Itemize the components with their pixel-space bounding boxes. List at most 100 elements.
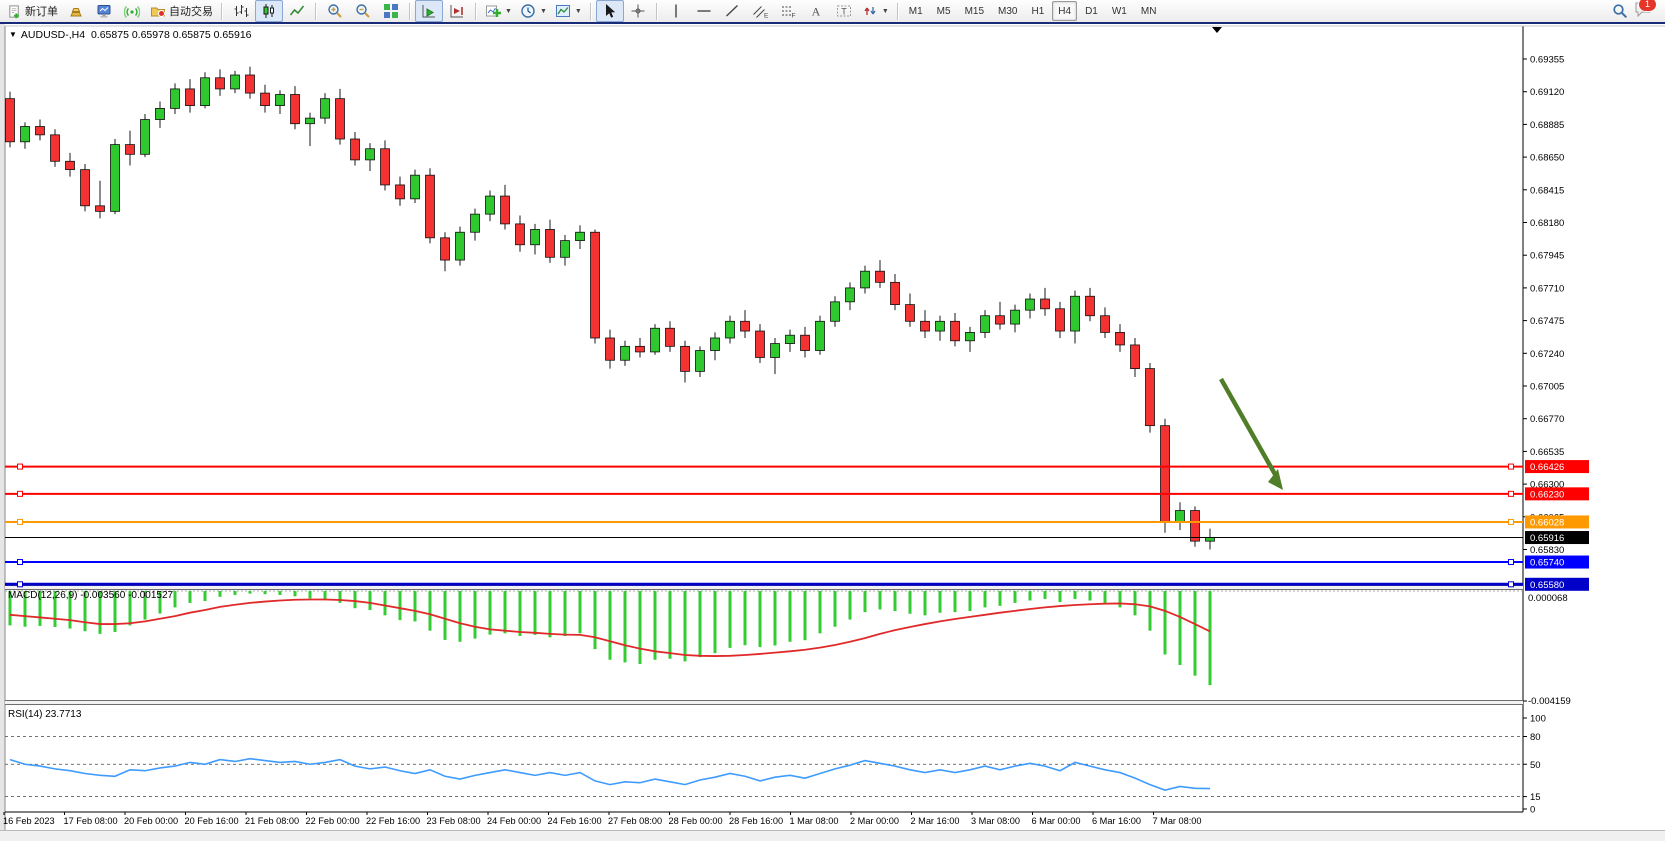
hline-handle[interactable] (1509, 582, 1514, 587)
annotation-arrow[interactable] (1221, 379, 1276, 476)
candle (756, 331, 765, 357)
timeframe-button-m1[interactable]: M1 (903, 1, 929, 21)
candle (1011, 310, 1020, 324)
hline-handle[interactable] (18, 519, 23, 524)
bar-chart-button[interactable] (227, 0, 255, 22)
date-axis-label: 21 Feb 08:00 (245, 816, 299, 826)
signals-button[interactable] (118, 0, 146, 22)
svg-text:T: T (841, 7, 847, 17)
timeframe-button-h1[interactable]: H1 (1025, 1, 1050, 21)
auto-scroll-button[interactable] (415, 0, 443, 22)
line-chart-button[interactable] (283, 0, 311, 22)
cursor-icon (602, 3, 618, 19)
tile-windows-button[interactable] (377, 0, 405, 22)
price-axis-tick-label: 0.67945 (1530, 251, 1564, 262)
crosshair-button[interactable] (624, 0, 652, 22)
search-button[interactable] (1606, 0, 1634, 22)
rsi-axis-label: 100 (1530, 714, 1546, 725)
autotrading-button[interactable]: 自动交易 (146, 0, 217, 22)
price-tag-label: 0.65916 (1530, 533, 1564, 544)
candle (861, 271, 870, 288)
price-axis-tick-label: 0.67475 (1530, 316, 1564, 327)
trendline-tool-button[interactable] (718, 0, 746, 22)
timeframe-button-mn[interactable]: MN (1135, 1, 1163, 21)
candle (6, 99, 15, 142)
date-axis-label: 6 Mar 16:00 (1092, 816, 1141, 826)
timeframe-button-h4[interactable]: H4 (1052, 1, 1077, 21)
timeframe-button-m30[interactable]: M30 (992, 1, 1023, 21)
hline-handle[interactable] (1509, 491, 1514, 496)
horizontal-line-tool-button[interactable] (690, 0, 718, 22)
candle (1176, 511, 1185, 522)
date-axis-label: 28 Feb 16:00 (729, 816, 783, 826)
date-axis-label: 23 Feb 08:00 (427, 816, 481, 826)
text-label-tool-button[interactable]: T (830, 0, 858, 22)
hline-handle[interactable] (1509, 464, 1514, 469)
candle (606, 338, 615, 360)
chat-button[interactable]: 1 (1634, 1, 1652, 22)
chart-shift-button[interactable] (443, 0, 471, 22)
hline-handle[interactable] (18, 582, 23, 587)
candle (711, 338, 720, 351)
date-axis-label: 22 Feb 00:00 (306, 816, 360, 826)
hline-handle[interactable] (18, 464, 23, 469)
search-icon (1612, 3, 1628, 19)
timeframe-button-m15[interactable]: M15 (959, 1, 990, 21)
arrows-tool-button[interactable]: ▼ (858, 0, 893, 22)
timeframe-button-m5[interactable]: M5 (931, 1, 957, 21)
candle (1191, 511, 1200, 542)
candle (981, 316, 990, 333)
date-axis-label: 6 Mar 00:00 (1032, 816, 1081, 826)
candle (936, 321, 945, 331)
candle (36, 126, 45, 134)
price-tag-label: 0.66426 (1530, 462, 1564, 473)
candle (696, 351, 705, 372)
window-bottom-edge (0, 830, 1665, 841)
vertical-line-tool-button[interactable] (662, 0, 690, 22)
new-order-button[interactable]: 新订单 (3, 0, 62, 22)
hline-handle[interactable] (18, 560, 23, 565)
channel-tool-button[interactable]: E (746, 0, 774, 22)
candle (546, 229, 555, 257)
rsi-axis-label: 0 (1530, 805, 1535, 816)
toolbar-separator (315, 3, 317, 20)
candle (426, 175, 435, 238)
candle (876, 271, 885, 282)
zoom-out-button[interactable] (349, 0, 377, 22)
candle (1026, 299, 1035, 310)
periods-button[interactable]: ▼ (516, 0, 551, 22)
svg-text:F: F (791, 13, 795, 20)
candle (81, 170, 90, 206)
candle (1206, 538, 1215, 542)
zoom-in-button[interactable] (321, 0, 349, 22)
timeframe-button-d1[interactable]: D1 (1079, 1, 1104, 21)
candle (1086, 296, 1095, 315)
chart-canvas[interactable]: 0.693550.691200.688850.686500.684150.681… (0, 0, 1665, 841)
toolbar-separator (656, 3, 658, 20)
rsi-axis-label: 15 (1530, 792, 1541, 803)
timeframe-button-w1[interactable]: W1 (1106, 1, 1133, 21)
candle (771, 344, 780, 358)
fibonacci-tool-button[interactable]: F (774, 0, 802, 22)
cursor-button[interactable] (596, 0, 624, 22)
templates-button[interactable]: ▼ (551, 0, 586, 22)
rsi-axis-label: 50 (1530, 760, 1541, 771)
candle (261, 93, 270, 106)
hline-handle[interactable] (18, 491, 23, 496)
candle (471, 214, 480, 232)
candle (21, 126, 30, 141)
toolbar-separator (897, 3, 899, 20)
text-tool-button[interactable]: A (802, 0, 830, 22)
market-watch-button[interactable] (62, 0, 90, 22)
candle (411, 175, 420, 199)
candle (621, 346, 630, 360)
candle (1131, 345, 1140, 369)
hline-handle[interactable] (1509, 560, 1514, 565)
candle (801, 335, 810, 350)
terminal-button[interactable] (90, 0, 118, 22)
candlestick-chart-button[interactable] (255, 0, 283, 22)
hline-handle[interactable] (1509, 519, 1514, 524)
date-axis-label: 20 Feb 16:00 (185, 816, 239, 826)
indicators-button[interactable]: ▼ (481, 0, 516, 22)
chart-shift-marker[interactable] (1212, 27, 1222, 33)
